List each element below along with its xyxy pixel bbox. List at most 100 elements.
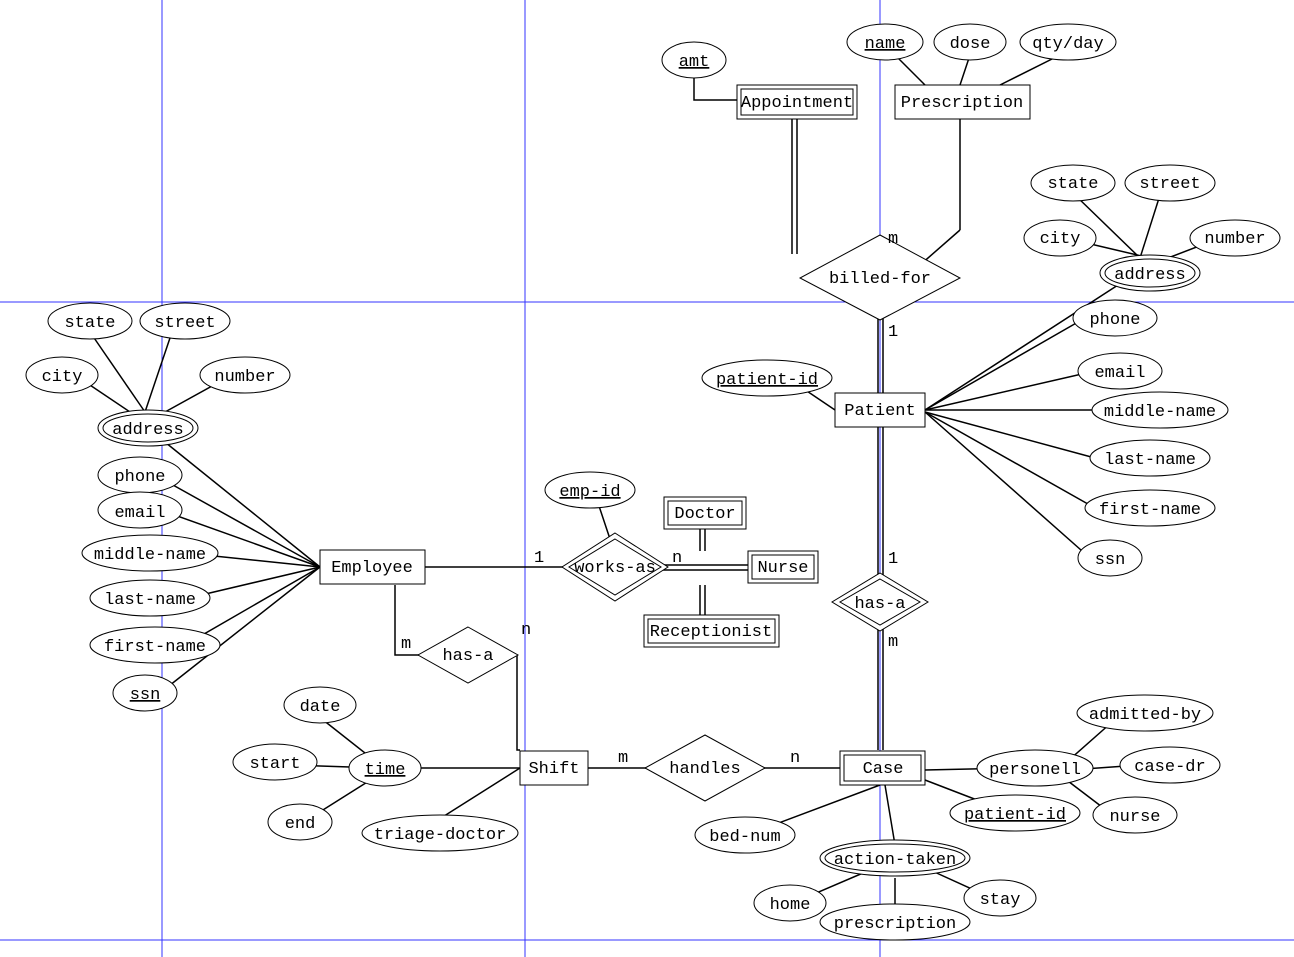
svg-text:stay: stay — [980, 891, 1021, 910]
svg-text:address: address — [1114, 266, 1185, 285]
svg-text:middle-name: middle-name — [1104, 403, 1216, 422]
svg-text:first-name: first-name — [104, 638, 206, 657]
attr-dose: dose — [934, 24, 1006, 60]
rel-has-a-emp: has-a — [418, 627, 518, 683]
svg-text:dose: dose — [950, 35, 991, 54]
svg-text:street: street — [154, 314, 215, 333]
rel-billed-for-label: billed-for — [829, 270, 931, 289]
svg-text:city: city — [42, 368, 83, 387]
svg-text:emp-id: emp-id — [559, 483, 620, 502]
svg-text:address: address — [112, 421, 183, 440]
svg-text:city: city — [1040, 230, 1081, 249]
attr-emp-street: street — [140, 303, 230, 339]
rel-has-a-pat: has-a — [832, 573, 928, 631]
entity-prescription-label: Prescription — [901, 94, 1023, 113]
svg-text:amt: amt — [679, 53, 710, 72]
svg-text:bed-num: bed-num — [709, 828, 780, 847]
entity-prescription: Prescription — [895, 85, 1030, 119]
attr-patient-id: patient-id — [702, 360, 832, 396]
attr-bed-num: bed-num — [695, 817, 795, 853]
svg-text:end: end — [285, 815, 316, 834]
svg-text:name: name — [865, 35, 906, 54]
svg-text:last-name: last-name — [104, 591, 196, 610]
attr-patient-lastname: last-name — [1090, 440, 1210, 476]
rel-has-a-emp-label: has-a — [442, 647, 493, 666]
svg-text:number: number — [1204, 230, 1265, 249]
card-handles-n: n — [790, 749, 800, 768]
svg-text:date: date — [300, 698, 341, 717]
entity-receptionist: Receptionist — [644, 615, 779, 647]
attr-emp-lastname: last-name — [90, 580, 210, 616]
svg-text:email: email — [1094, 364, 1145, 383]
card-billed-m: m — [888, 230, 898, 249]
rel-has-a-pat-label: has-a — [854, 595, 905, 614]
entity-receptionist-label: Receptionist — [650, 623, 772, 642]
attr-patient-address: address — [1100, 255, 1200, 291]
entity-appointment: Appointment — [737, 85, 857, 119]
entity-shift-label: Shift — [528, 760, 579, 779]
attr-home: home — [754, 885, 826, 921]
entity-case-label: Case — [863, 760, 904, 779]
attr-patient-state: state — [1031, 165, 1115, 201]
svg-text:home: home — [770, 896, 811, 915]
attr-admitted-by: admitted-by — [1077, 695, 1213, 731]
svg-text:nurse: nurse — [1109, 808, 1160, 827]
attr-patient-middlename: middle-name — [1092, 392, 1228, 428]
attr-patient-street: street — [1125, 165, 1215, 201]
attr-end: end — [268, 804, 332, 840]
attr-personell: personell — [977, 750, 1093, 786]
card-hasa-emp-m: m — [401, 635, 411, 654]
rel-handles: handles — [645, 735, 765, 801]
entities: Appointment Prescription Employee Patien… — [320, 85, 1030, 785]
svg-text:phone: phone — [1089, 311, 1140, 330]
entity-patient-label: Patient — [844, 402, 915, 421]
attr-emp-state: state — [48, 303, 132, 339]
attr-action-taken: action-taken — [820, 840, 970, 876]
attr-patient-number: number — [1190, 220, 1280, 256]
svg-text:state: state — [1047, 175, 1098, 194]
rel-works-as: works-as — [562, 533, 668, 601]
svg-text:number: number — [214, 368, 275, 387]
rel-works-as-label: works-as — [574, 559, 656, 578]
svg-text:time: time — [365, 761, 406, 780]
svg-text:personell: personell — [989, 761, 1081, 780]
svg-text:qty/day: qty/day — [1032, 35, 1103, 54]
attr-triage-doctor: triage-doctor — [362, 815, 518, 851]
svg-text:state: state — [64, 314, 115, 333]
entity-shift: Shift — [520, 751, 588, 785]
entity-nurse: Nurse — [748, 551, 818, 583]
svg-text:ssn: ssn — [1095, 551, 1126, 570]
entity-employee-label: Employee — [331, 559, 413, 578]
card-works-1: 1 — [534, 549, 544, 568]
attr-emp-number: number — [200, 357, 290, 393]
svg-text:email: email — [114, 504, 165, 523]
card-hasa-pat-1: 1 — [888, 550, 898, 569]
attr-qtyday: qty/day — [1020, 24, 1116, 60]
entity-doctor-label: Doctor — [674, 505, 735, 524]
svg-text:last-name: last-name — [1104, 451, 1196, 470]
attr-emp-ssn: ssn — [113, 675, 177, 711]
attr-emp-id: emp-id — [545, 472, 635, 508]
svg-text:patient-id: patient-id — [716, 371, 818, 390]
card-handles-m: m — [618, 749, 628, 768]
attr-time: time — [349, 750, 421, 786]
attr-emp-firstname: first-name — [90, 627, 220, 663]
attr-emp-email: email — [98, 492, 182, 528]
svg-text:case-dr: case-dr — [1134, 758, 1205, 777]
cardinalities: m 1 1 n m n m n 1 m — [401, 230, 898, 768]
svg-text:street: street — [1139, 175, 1200, 194]
svg-text:first-name: first-name — [1099, 501, 1201, 520]
svg-text:start: start — [249, 755, 300, 774]
card-hasa-emp-n: n — [521, 621, 531, 640]
entity-appointment-label: Appointment — [741, 94, 853, 113]
attr-emp-address: address — [98, 410, 198, 446]
svg-text:ssn: ssn — [130, 686, 161, 705]
rel-handles-label: handles — [669, 760, 740, 779]
attr-name: name — [847, 24, 923, 60]
card-billed-1: 1 — [888, 323, 898, 342]
attr-patient-firstname: first-name — [1085, 490, 1215, 526]
attr-stay: stay — [964, 880, 1036, 916]
attr-emp-city: city — [26, 357, 98, 393]
card-works-n: n — [672, 549, 682, 568]
attr-prescription: prescription — [820, 904, 970, 940]
